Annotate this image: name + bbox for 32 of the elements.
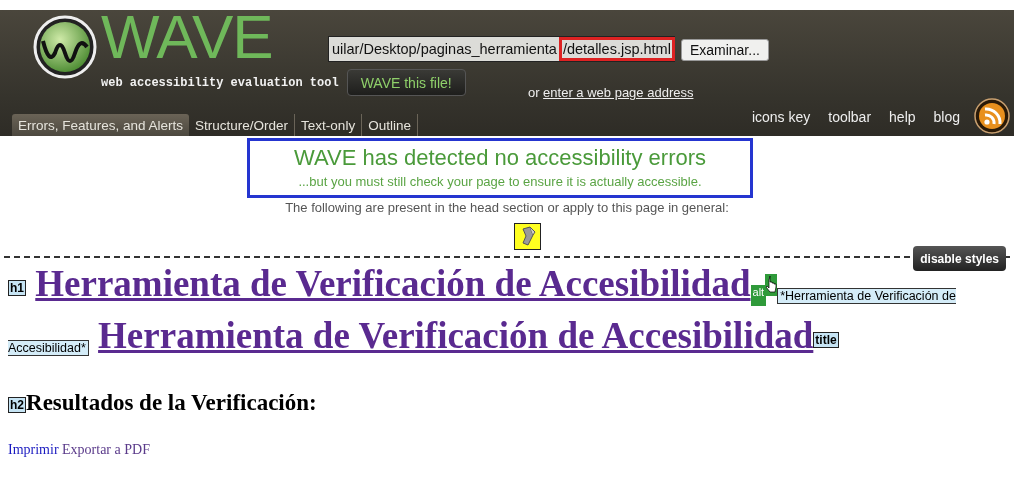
- heading-link[interactable]: Herramienta de Verificación de Accesibilidad: [98, 315, 814, 356]
- heading-link[interactable]: Herramienta de Verificación de Accesibilidad: [35, 263, 751, 304]
- notice-title: WAVE has detected no accessibility errors: [292, 145, 708, 171]
- page-link[interactable]: Imprimir: [8, 442, 59, 457]
- address-link[interactable]: enter a web page address: [543, 85, 694, 100]
- page-icon: [513, 223, 541, 250]
- submit-button[interactable]: WAVE this file!: [346, 69, 466, 96]
- alt-marker: alt: [750, 285, 767, 306]
- wave-logo-icon: [33, 15, 97, 79]
- heading-marker: h2: [8, 396, 26, 413]
- tab[interactable]: Outline: [362, 114, 418, 136]
- page-link[interactable]: Exportar a PDF: [62, 442, 150, 457]
- notice-subtitle: ...but you must still check your page to ensure it is actually accessible.: [297, 174, 703, 189]
- rss-icon: [974, 98, 1010, 134]
- nav-link[interactable]: help: [889, 109, 916, 125]
- prompt-text: or: [527, 85, 540, 100]
- browse-button[interactable]: Examinar...: [680, 39, 769, 61]
- wave-logo-text: WAVE: [101, 8, 274, 66]
- tab[interactable]: Errors, Features, and Alerts: [12, 114, 190, 136]
- disable-styles-button[interactable]: disable styles: [913, 246, 1006, 271]
- hand-cursor-icon: [765, 274, 778, 296]
- nav-link[interactable]: icons key: [751, 109, 811, 125]
- title-marker: title: [813, 331, 839, 348]
- section-heading: Resultados de la Verificación:: [26, 390, 317, 415]
- heading-marker: h1: [8, 279, 26, 296]
- tab[interactable]: Text-only: [295, 114, 363, 136]
- nav-link[interactable]: blog: [933, 109, 960, 125]
- nav-link[interactable]: toolbar: [828, 109, 872, 125]
- tab[interactable]: Structure/Order: [189, 114, 296, 136]
- tagline: web accessibility evaluation tool: [101, 75, 339, 90]
- file-path-field[interactable]: uilar/Desktop/paginas_herramienta /detalles.jsp.html: [328, 36, 675, 62]
- general-note: The following are present in the head section or apply to this page in general:: [284, 200, 730, 215]
